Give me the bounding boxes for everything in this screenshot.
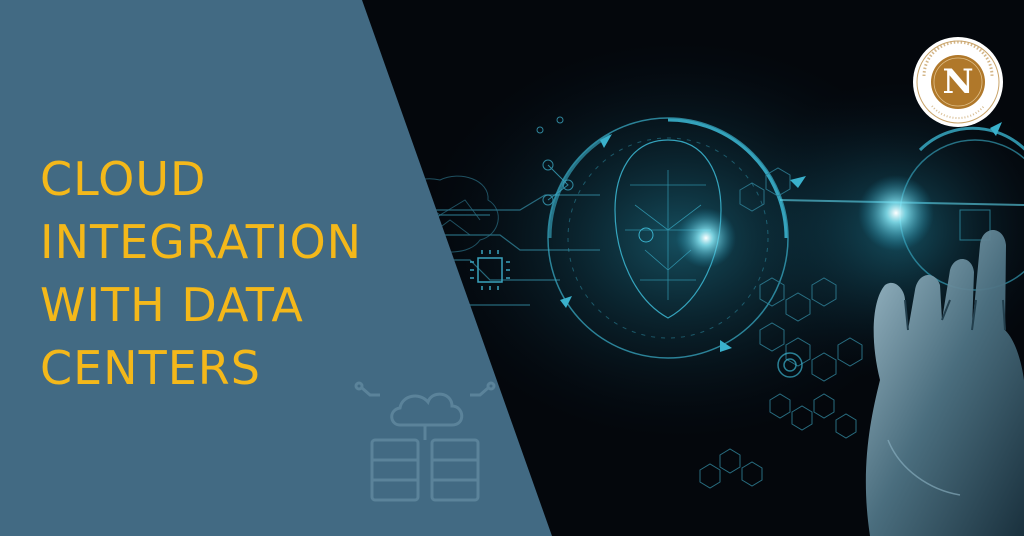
banner: CLOUD INTEGRATION WITH DATA CENTERS N [0, 0, 1024, 536]
headline-line-4: CENTERS [40, 341, 261, 395]
headline: CLOUD INTEGRATION WITH DATA CENTERS [40, 148, 362, 400]
headline-line-3: WITH DATA [40, 278, 304, 332]
brand-logo-letter: N [942, 62, 974, 102]
headline-line-1: CLOUD [40, 152, 207, 206]
headline-line-2: INTEGRATION [40, 215, 363, 269]
